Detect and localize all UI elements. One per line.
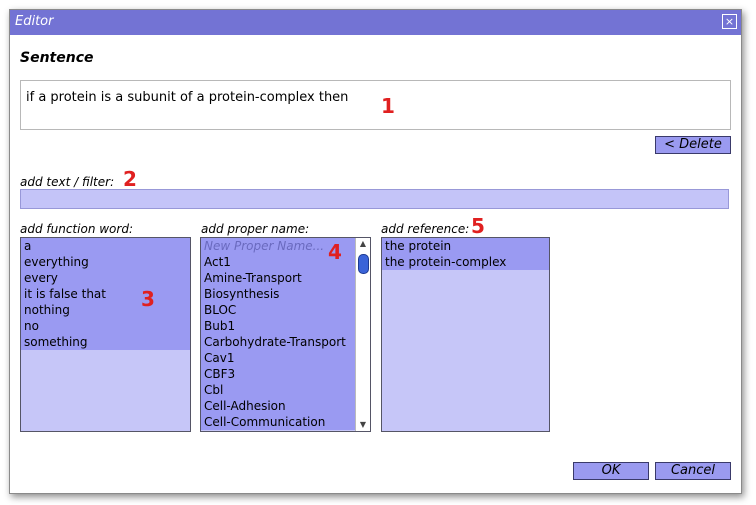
filter-input[interactable] [20, 189, 729, 209]
reference-label: add reference: [381, 222, 470, 236]
marker-1: 1 [381, 94, 395, 118]
proper-name-item[interactable]: Cav1 [201, 350, 370, 366]
sentence-heading: Sentence [20, 50, 94, 66]
proper-name-item[interactable]: Act1 [201, 254, 370, 270]
sentence-box: if a protein is a subunit of a protein-c… [20, 80, 731, 130]
function-word-item[interactable]: a [21, 238, 190, 254]
function-word-label: add function word: [20, 222, 133, 236]
filter-label: add text / filter: [20, 175, 115, 189]
function-word-item[interactable]: every [21, 270, 190, 286]
proper-name-label: add proper name: [201, 222, 310, 236]
proper-name-item[interactable]: Cell-Adhesion [201, 398, 370, 414]
proper-name-scrollbar[interactable]: ▲ ▼ [355, 238, 370, 431]
function-word-item[interactable]: no [21, 318, 190, 334]
scrollbar-thumb[interactable] [358, 254, 369, 274]
function-word-item[interactable]: something [21, 334, 190, 350]
reference-item[interactable]: the protein-complex [382, 254, 549, 270]
proper-name-list[interactable]: New Proper Name... Act1 Amine-Transport Bi… [200, 237, 371, 432]
proper-name-item[interactable]: Cell-Communication [201, 414, 370, 430]
reference-items: the protein the protein-complex [382, 238, 549, 270]
sentence-text: if a protein is a subunit of a protein-c… [26, 90, 349, 105]
marker-4: 4 [328, 240, 342, 264]
ok-button[interactable]: OK [573, 462, 649, 480]
proper-name-item[interactable]: Amine-Transport [201, 270, 370, 286]
scroll-down-arrow-icon[interactable]: ▼ [356, 419, 370, 431]
proper-name-item[interactable]: CBF3 [201, 366, 370, 382]
marker-2: 2 [123, 167, 137, 191]
marker-3: 3 [141, 287, 155, 311]
cancel-button[interactable]: Cancel [655, 462, 731, 480]
close-icon[interactable]: × [722, 14, 737, 29]
proper-name-item[interactable]: Biosynthesis [201, 286, 370, 302]
scroll-up-arrow-icon[interactable]: ▲ [356, 238, 370, 250]
function-word-item[interactable]: it is false that [21, 286, 190, 302]
function-word-item[interactable]: nothing [21, 302, 190, 318]
function-word-item[interactable]: everything [21, 254, 190, 270]
editor-window: Editor × Sentence if a protein is a subu… [9, 9, 742, 494]
titlebar: Editor × [10, 10, 741, 35]
reference-item[interactable]: the protein [382, 238, 549, 254]
proper-name-item[interactable]: Cbl [201, 382, 370, 398]
function-word-list[interactable]: a everything every it is false that nothing n… [20, 237, 191, 432]
marker-5: 5 [471, 214, 485, 238]
delete-button[interactable]: < Delete [655, 136, 731, 154]
function-word-items: a everything every it is false that nothing n… [21, 238, 190, 350]
proper-name-item[interactable]: Carbohydrate-Transport [201, 334, 370, 350]
window-title: Editor [15, 14, 54, 29]
reference-list[interactable]: the protein the protein-complex [381, 237, 550, 432]
new-proper-name-item[interactable]: New Proper Name... [201, 238, 370, 254]
proper-name-item[interactable]: BLOC [201, 302, 370, 318]
proper-name-item[interactable]: Bub1 [201, 318, 370, 334]
proper-name-items: New Proper Name... Act1 Amine-Transport Bi… [201, 238, 370, 430]
